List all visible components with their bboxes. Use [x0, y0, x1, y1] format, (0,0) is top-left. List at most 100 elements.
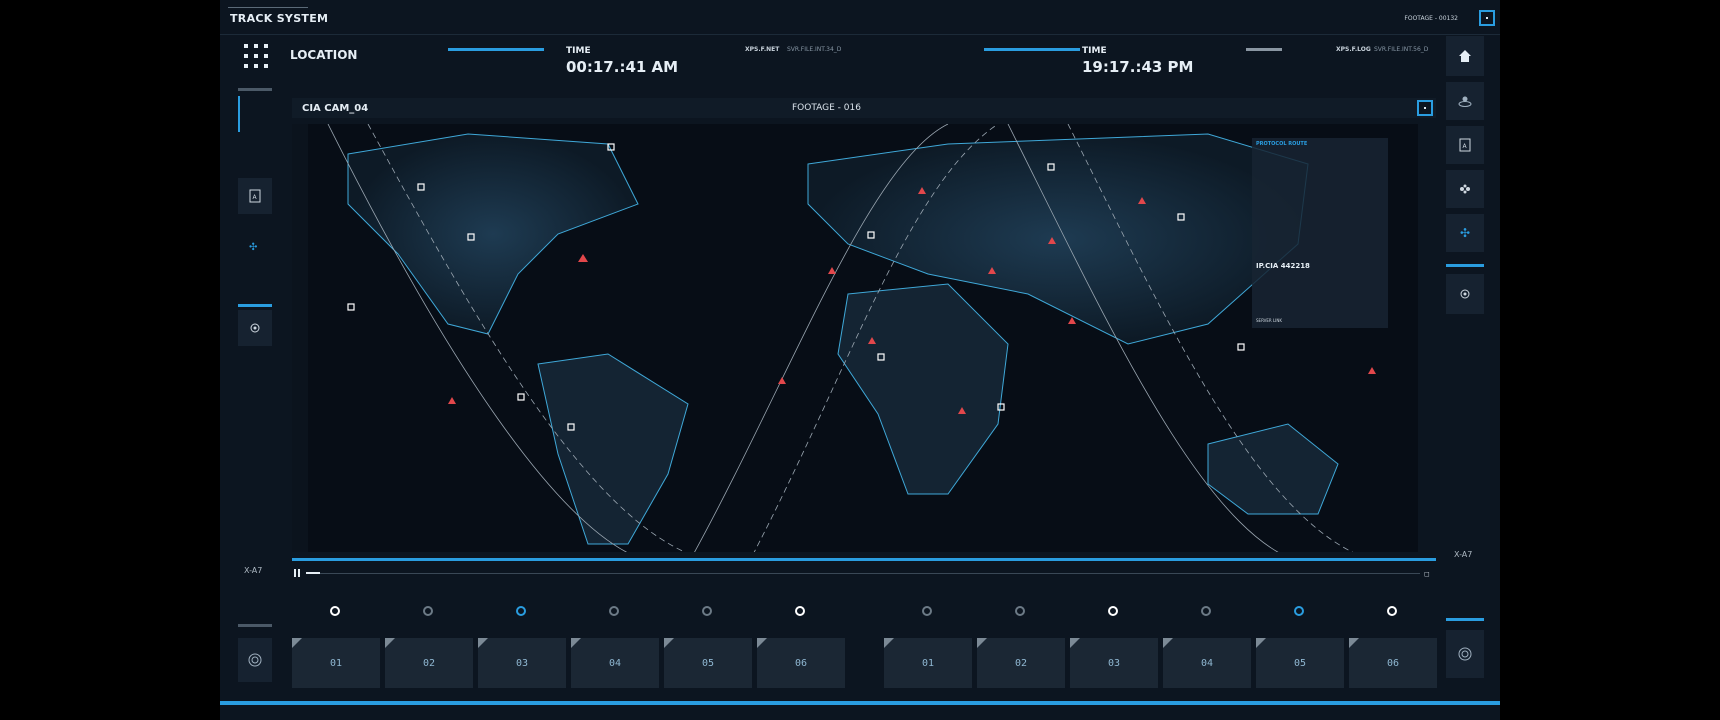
svg-text:A: A	[1463, 143, 1468, 150]
map-header: CIA CAM_04 FOOTAGE - 016	[292, 98, 1436, 118]
left-tool-column: A ✣ X-A7	[238, 86, 272, 686]
time-right-gray-bar	[1246, 48, 1282, 51]
right-bottom-rule	[1446, 618, 1484, 621]
document-icon: A	[249, 189, 261, 203]
location-label: LOCATION	[290, 48, 358, 62]
right-camera-label-01: 01	[921, 657, 935, 669]
target-icon	[1460, 289, 1470, 299]
right-camera-label-05: 05	[1293, 657, 1307, 669]
timeline-rail	[320, 573, 1420, 574]
footage-code: FOOTAGE - 00132	[1404, 15, 1458, 22]
left-scan-button[interactable]	[238, 638, 272, 682]
home-icon	[1459, 50, 1471, 62]
australia-shape	[1207, 423, 1339, 515]
left-mid-rule	[238, 304, 272, 307]
ip-label: IP.CIA 442218	[1256, 262, 1310, 270]
left-camera-label-01: 01	[329, 657, 343, 669]
timeline-progress	[306, 572, 320, 574]
left-indicator-03	[516, 606, 526, 616]
header: LOCATION TIME 00:17.:41 AM XPS.F.NET SVR…	[244, 38, 1454, 86]
left-accent-line	[238, 96, 240, 132]
left-camera-label-02: 02	[422, 657, 436, 669]
move-button[interactable]: ✣	[1446, 214, 1484, 252]
left-camera-label-05: 05	[701, 657, 715, 669]
svg-text:A: A	[253, 194, 258, 201]
time-right-label: TIME	[1082, 46, 1107, 56]
right-indicator-01	[922, 606, 932, 616]
top-bar: TRACK SYSTEM FOOTAGE - 00132	[220, 0, 1500, 35]
left-indicator-02	[423, 606, 433, 616]
pause-icon[interactable]	[294, 569, 300, 577]
map-log-rail	[292, 124, 308, 552]
right-camera-label-02: 02	[1014, 657, 1028, 669]
left-camera-label-04: 04	[608, 657, 622, 669]
location-pin-icon	[1458, 96, 1472, 107]
right-indicator-06	[1387, 606, 1397, 616]
right-camera-button-05[interactable]: 05	[1256, 638, 1344, 688]
left-camera-button-02[interactable]: 02	[385, 638, 473, 688]
document-button[interactable]: A	[1446, 126, 1484, 164]
left-indicator-05	[702, 606, 712, 616]
server-link-label: SERVER LINK	[1256, 318, 1282, 323]
footage-label: FOOTAGE - 016	[792, 103, 861, 113]
left-indicator-06	[795, 606, 805, 616]
app-title: TRACK SYSTEM	[227, 7, 329, 25]
target-button[interactable]	[1446, 274, 1484, 314]
playback-timeline[interactable]: ◻	[292, 558, 1436, 578]
camera-label: CIA CAM_04	[302, 103, 369, 114]
time-right-bar	[984, 48, 1080, 51]
protocol-route-panel: PROTOCOL ROUTE IP.CIA 442218 SERVER LINK	[1252, 138, 1388, 328]
radar-icon	[1458, 647, 1472, 661]
move-icon: ✣	[1459, 226, 1471, 240]
grid-menu-icon[interactable]	[244, 44, 268, 68]
time-left-file: SVR.FILE.INT.34_D	[787, 46, 842, 53]
right-scan-button[interactable]	[1446, 630, 1484, 678]
left-camera-button-04[interactable]: 04	[571, 638, 659, 688]
left-top-rule	[238, 88, 272, 91]
map-expand-button[interactable]	[1417, 100, 1433, 116]
gamepad-button[interactable]	[1446, 170, 1484, 208]
north-america-shape	[347, 133, 639, 335]
left-bottom-rule	[238, 624, 272, 627]
left-camera-button-03[interactable]: 03	[478, 638, 566, 688]
left-document-button[interactable]: A	[238, 178, 272, 214]
africa-shape	[837, 283, 1009, 495]
left-move-icon[interactable]: ✣	[249, 242, 257, 253]
time-left-bar	[448, 48, 544, 51]
world-map[interactable]: PROTOCOL ROUTE IP.CIA 442218 SERVER LINK	[308, 124, 1418, 552]
right-camera-button-02[interactable]: 02	[977, 638, 1065, 688]
left-camera-button-05[interactable]: 05	[664, 638, 752, 688]
right-camera-button-01[interactable]: 01	[884, 638, 972, 688]
time-left-net: XPS.F.NET	[745, 46, 780, 53]
time-right-file: SVR.FILE.INT.56_D	[1374, 46, 1429, 53]
left-camera-button-06[interactable]: 06	[757, 638, 845, 688]
fullscreen-icon[interactable]: ◻	[1424, 570, 1430, 578]
right-camera-label-03: 03	[1107, 657, 1121, 669]
home-button[interactable]	[1446, 36, 1484, 76]
right-camera-button-06[interactable]: 06	[1349, 638, 1437, 688]
right-indicator-04	[1201, 606, 1211, 616]
protocol-title: PROTOCOL ROUTE	[1256, 141, 1308, 147]
right-tool-column: A ✣ X-A7	[1446, 36, 1486, 696]
right-camera-button-04[interactable]: 04	[1163, 638, 1251, 688]
document-icon: A	[1459, 138, 1471, 152]
right-camera-button-03[interactable]: 03	[1070, 638, 1158, 688]
left-indicator-04	[609, 606, 619, 616]
location-button[interactable]	[1446, 82, 1484, 120]
right-xa7-label: X-A7	[1454, 550, 1473, 559]
time-right-value: 19:17.:43 PM	[1082, 58, 1194, 76]
right-camera-label-04: 04	[1200, 657, 1214, 669]
left-xa7-label: X-A7	[244, 566, 263, 575]
right-indicator-02	[1015, 606, 1025, 616]
top-menu-button[interactable]	[1479, 10, 1495, 26]
left-camera-button-01[interactable]: 01	[292, 638, 380, 688]
time-left-value: 00:17.:41 AM	[566, 58, 679, 76]
right-mid-rule	[1446, 264, 1484, 267]
right-indicator-03	[1108, 606, 1118, 616]
right-indicator-05	[1294, 606, 1304, 616]
radar-icon	[248, 653, 262, 667]
time-left-label: TIME	[566, 46, 591, 56]
left-target-button[interactable]	[238, 310, 272, 346]
timeline-track[interactable]	[292, 558, 1436, 561]
target-icon	[250, 323, 260, 333]
